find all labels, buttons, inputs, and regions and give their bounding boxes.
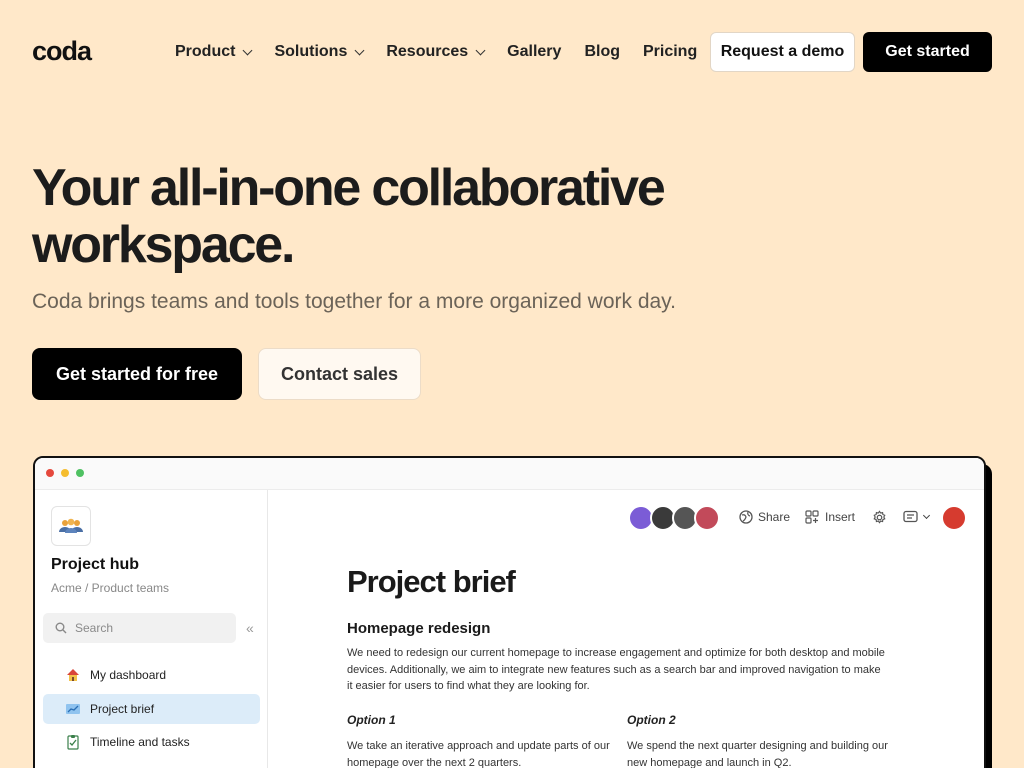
comments-dropdown[interactable] bbox=[903, 510, 931, 524]
sidebar-item-label: My dashboard bbox=[90, 668, 167, 682]
nav-item-gallery[interactable]: Gallery bbox=[507, 43, 561, 61]
grid-icon bbox=[805, 510, 819, 524]
get-started-button[interactable]: Get started bbox=[863, 32, 992, 72]
close-dot bbox=[46, 469, 54, 477]
chevron-down-icon bbox=[475, 45, 486, 55]
sidebar-item-label: Timeline and tasks bbox=[90, 735, 190, 749]
coda-logo[interactable]: coda bbox=[32, 36, 92, 67]
doc-heading: Homepage redesign bbox=[347, 620, 491, 637]
doc-sidebar: Project hub Acme / Product teams Search … bbox=[35, 490, 268, 768]
chevron-down-icon bbox=[922, 511, 931, 520]
hero-subtitle: Coda brings teams and tools together for… bbox=[32, 290, 676, 313]
chevron-down-icon bbox=[243, 45, 253, 55]
nav-item-label: Pricing bbox=[642, 43, 698, 60]
doc-main: Share Insert Project brief Homepage rede… bbox=[269, 490, 984, 768]
share-label: Share bbox=[758, 510, 791, 524]
nav-item-label: Resources bbox=[386, 43, 469, 60]
nav-item-pricing[interactable]: Pricing bbox=[643, 43, 697, 61]
hero-title-line2: workspace. bbox=[32, 216, 295, 274]
globe-icon bbox=[739, 510, 753, 524]
sidebar-search-input[interactable]: Search bbox=[43, 613, 236, 643]
team-icon[interactable] bbox=[51, 506, 91, 546]
nav-item-product[interactable]: Product bbox=[175, 43, 253, 61]
checklist-icon bbox=[65, 734, 81, 750]
sidebar-item-my-dashboard[interactable]: My dashboard bbox=[43, 660, 260, 690]
house-icon bbox=[65, 667, 81, 683]
get-started-free-button[interactable]: Get started for free bbox=[32, 348, 242, 400]
doc-title: Project brief bbox=[347, 564, 516, 599]
app-preview-window: Project hub Acme / Product teams Search … bbox=[33, 456, 986, 768]
window-titlebar bbox=[35, 458, 984, 490]
chevron-down-icon bbox=[354, 45, 365, 55]
nav-item-label: Solutions bbox=[274, 43, 348, 60]
nav-item-blog[interactable]: Blog bbox=[584, 43, 620, 61]
hub-title: Project hub bbox=[51, 556, 140, 573]
share-button[interactable]: Share bbox=[739, 510, 790, 524]
nav-item-label: Blog bbox=[584, 43, 620, 60]
sidebar-item-next[interactable] bbox=[43, 762, 260, 768]
settings-button[interactable] bbox=[872, 510, 887, 525]
insert-label: Insert bbox=[825, 510, 856, 524]
hub-breadcrumb: Acme / Product teams bbox=[51, 581, 170, 595]
option-2-title: Option 2 bbox=[627, 713, 676, 727]
sidebar-item-label: Project brief bbox=[90, 702, 155, 716]
chart-icon bbox=[65, 701, 81, 717]
sidebar-item-project-brief[interactable]: Project brief bbox=[43, 694, 260, 724]
collaborator-avatars[interactable] bbox=[628, 505, 720, 531]
nav-menu: Product Solutions Resources Gallery Blog… bbox=[175, 32, 720, 72]
contact-sales-button[interactable]: Contact sales bbox=[258, 348, 421, 400]
option-1-title: Option 1 bbox=[347, 713, 396, 727]
hero-title-line1: Your all-in-one collaborative bbox=[32, 159, 666, 217]
nav-item-resources[interactable]: Resources bbox=[386, 43, 486, 61]
request-demo-button[interactable]: Request a demo bbox=[710, 32, 855, 72]
insert-button[interactable]: Insert bbox=[805, 510, 855, 524]
user-avatar[interactable] bbox=[941, 505, 967, 531]
minimize-dot bbox=[61, 469, 69, 477]
nav-item-label: Gallery bbox=[507, 43, 562, 60]
nav-item-label: Product bbox=[175, 43, 236, 60]
search-placeholder: Search bbox=[75, 621, 114, 635]
avatar[interactable] bbox=[694, 505, 720, 531]
gear-icon bbox=[873, 510, 886, 524]
option-1-text: We take an iterative approach and update… bbox=[347, 740, 610, 768]
search-icon bbox=[55, 622, 67, 634]
top-nav: coda Product Solutions Resources Gallery… bbox=[0, 0, 1024, 104]
doc-paragraph: We need to redesign our current homepage… bbox=[347, 647, 885, 692]
maximize-dot bbox=[76, 469, 84, 477]
option-2-text: We spend the next quarter designing and … bbox=[627, 740, 888, 768]
comment-icon bbox=[903, 510, 918, 523]
sidebar-item-timeline-tasks[interactable]: Timeline and tasks bbox=[43, 727, 260, 757]
collapse-sidebar-icon[interactable]: « bbox=[246, 620, 254, 636]
nav-item-solutions[interactable]: Solutions bbox=[274, 43, 365, 61]
hero-title: Your all-in-one collaborative workspace. bbox=[32, 160, 792, 274]
